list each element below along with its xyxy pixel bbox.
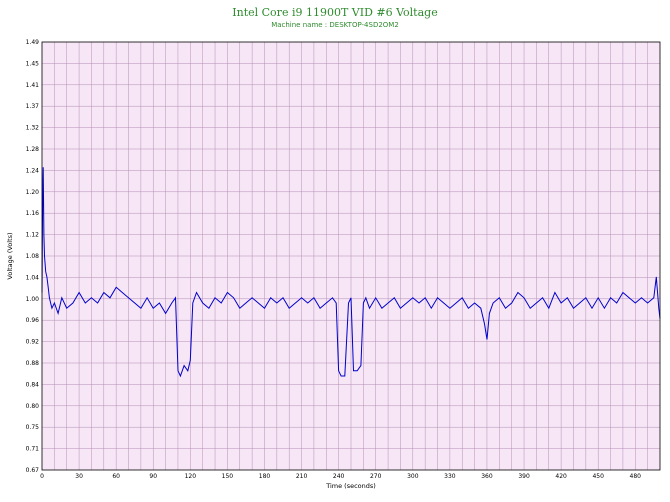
y-tick-label: 1.16 — [26, 210, 40, 217]
grid-lines — [42, 42, 660, 470]
y-tick-label: 1.37 — [26, 103, 40, 110]
y-tick-label: 0.88 — [26, 360, 40, 367]
y-tick-label: 1.41 — [26, 82, 40, 89]
x-tick-label: 480 — [630, 473, 642, 480]
x-tick-label: 120 — [185, 473, 197, 480]
y-tick-label: 1.28 — [26, 146, 40, 153]
y-tick-label: 1.08 — [26, 253, 40, 260]
y-axis-tick-labels: 0.67 0.71 0.75 0.80 0.84 0.88 0.92 0.96 1.00 1.04… — [26, 39, 40, 474]
y-tick-label: 1.45 — [26, 60, 40, 67]
y-tick-label: 1.12 — [26, 232, 40, 239]
x-tick-label: 240 — [333, 473, 345, 480]
x-tick-label: 150 — [222, 473, 234, 480]
voltage-chart: Intel Core i9 11900T VID #6 Voltage Mach… — [6, 6, 661, 490]
x-tick-label: 60 — [112, 473, 120, 480]
x-tick-label: 90 — [149, 473, 157, 480]
x-tick-label: 30 — [75, 473, 83, 480]
y-tick-label: 0.71 — [26, 446, 40, 453]
chart-subtitle: Machine name : DESKTOP-4SD2OM2 — [271, 21, 399, 29]
y-tick-label: 1.04 — [26, 274, 40, 281]
y-tick-label: 1.24 — [26, 167, 40, 174]
x-tick-label: 450 — [592, 473, 604, 480]
x-tick-label: 180 — [259, 473, 271, 480]
x-tick-label: 210 — [296, 473, 308, 480]
x-tick-label: 360 — [481, 473, 493, 480]
x-tick-label: 300 — [407, 473, 419, 480]
x-tick-label: 390 — [518, 473, 530, 480]
x-axis-tick-labels: 0 30 60 90 120 150 180 210 240 270 300 330 360 390 420… — [40, 473, 641, 480]
y-tick-label: 0.67 — [26, 467, 40, 474]
x-tick-label: 0 — [40, 473, 44, 480]
y-tick-label: 0.96 — [26, 317, 40, 324]
y-tick-label: 0.84 — [26, 381, 40, 388]
y-tick-label: 0.92 — [26, 339, 40, 346]
y-tick-label: 0.75 — [26, 424, 40, 431]
y-tick-label: 1.49 — [26, 39, 40, 46]
x-tick-label: 330 — [444, 473, 456, 480]
y-tick-label: 0.80 — [26, 403, 40, 410]
chart-title: Intel Core i9 11900T VID #6 Voltage — [232, 6, 437, 19]
y-tick-label: 1.00 — [26, 296, 40, 303]
y-axis-label: Voltage (Volts) — [6, 232, 14, 279]
x-tick-label: 270 — [370, 473, 382, 480]
y-tick-label: 1.20 — [26, 189, 40, 196]
x-tick-label: 420 — [555, 473, 567, 480]
x-axis-label: Time (seconds) — [325, 482, 376, 490]
y-tick-label: 1.32 — [26, 125, 40, 132]
